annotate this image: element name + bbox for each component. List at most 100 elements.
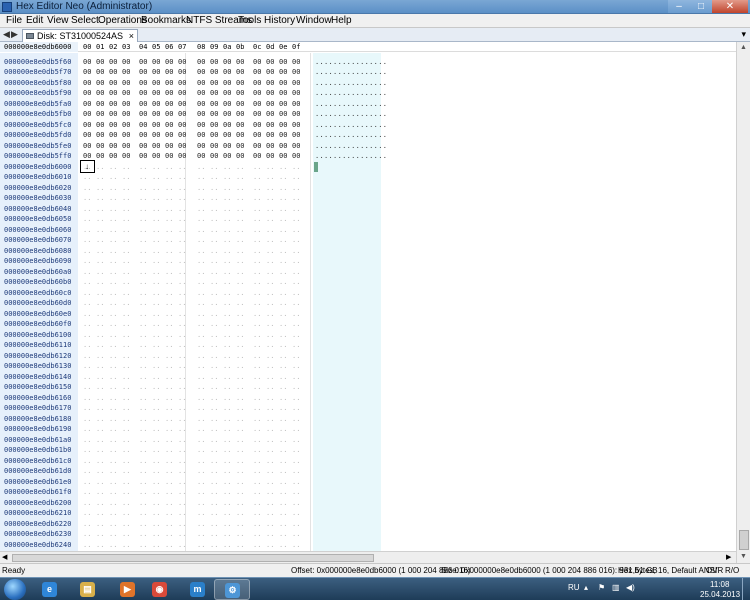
hex-byte[interactable]: .. xyxy=(236,382,244,393)
hex-byte[interactable]: .. xyxy=(253,225,261,236)
hex-byte[interactable]: 00 xyxy=(292,67,300,78)
hex-byte[interactable]: .. xyxy=(197,246,205,257)
hex-byte[interactable]: .. xyxy=(96,277,104,288)
hex-byte[interactable]: 00 xyxy=(253,78,261,89)
hex-byte[interactable]: .. xyxy=(139,540,147,551)
hex-byte[interactable]: .. xyxy=(197,372,205,383)
hex-byte[interactable]: .. xyxy=(122,172,130,183)
hex-byte[interactable]: 00 xyxy=(236,67,244,78)
hex-byte[interactable]: 00 xyxy=(165,109,173,120)
hex-byte[interactable]: .. xyxy=(96,508,104,519)
hex-byte[interactable]: .. xyxy=(83,456,91,467)
hex-byte[interactable]: 00 xyxy=(210,130,218,141)
hex-byte[interactable]: .. xyxy=(165,456,173,467)
hex-byte[interactable]: .. xyxy=(197,330,205,341)
hex-byte[interactable]: 00 xyxy=(253,67,261,78)
hex-byte[interactable]: 00 xyxy=(109,57,117,68)
hex-byte[interactable]: .. xyxy=(236,204,244,215)
hex-byte[interactable]: 00 xyxy=(279,120,287,131)
hex-byte[interactable]: .. xyxy=(210,424,218,435)
hex-byte[interactable]: 00 xyxy=(292,151,300,162)
hex-byte[interactable]: .. xyxy=(152,414,160,425)
hex-byte[interactable]: .. xyxy=(197,225,205,236)
hex-byte[interactable]: .. xyxy=(292,309,300,320)
hex-byte[interactable]: 00 xyxy=(165,141,173,152)
hex-byte[interactable]: .. xyxy=(122,340,130,351)
hex-byte[interactable]: .. xyxy=(139,319,147,330)
hex-byte[interactable]: .. xyxy=(83,393,91,404)
hex-byte[interactable]: .. xyxy=(83,372,91,383)
hex-byte[interactable]: 00 xyxy=(165,99,173,110)
hex-byte[interactable]: .. xyxy=(210,235,218,246)
hex-byte[interactable]: .. xyxy=(197,183,205,194)
hex-byte[interactable]: .. xyxy=(292,508,300,519)
hex-byte[interactable]: 00 xyxy=(96,151,104,162)
hex-byte[interactable]: .. xyxy=(236,498,244,509)
hex-byte[interactable]: .. xyxy=(253,435,261,446)
hex-byte[interactable]: .. xyxy=(122,225,130,236)
hex-byte[interactable]: .. xyxy=(197,361,205,372)
hex-byte[interactable]: .. xyxy=(165,435,173,446)
hex-byte[interactable]: .. xyxy=(210,487,218,498)
hex-byte[interactable]: .. xyxy=(152,309,160,320)
hex-byte[interactable]: .. xyxy=(266,403,274,414)
hex-byte[interactable]: .. xyxy=(109,414,117,425)
hex-byte[interactable]: .. xyxy=(253,172,261,183)
hex-byte[interactable]: .. xyxy=(253,487,261,498)
hex-byte[interactable]: 00 xyxy=(292,109,300,120)
hex-byte[interactable]: 00 xyxy=(165,57,173,68)
hex-byte[interactable]: 00 xyxy=(279,141,287,152)
hex-byte[interactable]: .. xyxy=(279,340,287,351)
hex-byte[interactable]: .. xyxy=(210,319,218,330)
hex-byte[interactable]: 00 xyxy=(139,151,147,162)
hex-byte[interactable]: .. xyxy=(122,456,130,467)
hex-byte[interactable]: .. xyxy=(152,498,160,509)
hex-byte[interactable]: .. xyxy=(139,256,147,267)
hex-byte[interactable]: 00 xyxy=(279,88,287,99)
hex-byte[interactable]: .. xyxy=(223,498,231,509)
hex-byte[interactable]: .. xyxy=(210,340,218,351)
hex-byte[interactable]: .. xyxy=(139,519,147,530)
hex-byte[interactable]: .. xyxy=(109,466,117,477)
hex-byte[interactable]: .. xyxy=(197,319,205,330)
hex-byte[interactable]: .. xyxy=(83,183,91,194)
hex-byte[interactable]: .. xyxy=(279,372,287,383)
hex-byte[interactable]: .. xyxy=(139,508,147,519)
hex-byte[interactable]: .. xyxy=(178,351,186,362)
tab-disk[interactable]: Disk: ST31000524AS ATA Device* × xyxy=(22,29,138,53)
hex-byte[interactable]: .. xyxy=(152,172,160,183)
hex-byte[interactable]: .. xyxy=(178,477,186,488)
hex-byte[interactable]: .. xyxy=(152,540,160,551)
hex-byte[interactable]: 00 xyxy=(152,120,160,131)
hex-byte[interactable]: .. xyxy=(152,235,160,246)
hex-byte[interactable]: .. xyxy=(292,466,300,477)
hex-byte[interactable]: .. xyxy=(96,445,104,456)
hex-byte[interactable]: .. xyxy=(279,172,287,183)
hex-byte[interactable]: .. xyxy=(236,162,244,173)
hex-byte[interactable]: .. xyxy=(109,235,117,246)
hex-byte[interactable]: .. xyxy=(266,529,274,540)
hex-byte[interactable]: .. xyxy=(96,340,104,351)
hex-byte[interactable]: .. xyxy=(165,277,173,288)
hex-byte[interactable]: .. xyxy=(210,466,218,477)
hex-byte[interactable]: .. xyxy=(266,477,274,488)
hex-byte[interactable]: .. xyxy=(210,277,218,288)
hex-byte[interactable]: .. xyxy=(178,445,186,456)
hex-byte[interactable]: .. xyxy=(109,519,117,530)
hex-byte[interactable]: .. xyxy=(253,456,261,467)
hex-byte[interactable]: .. xyxy=(279,204,287,215)
hex-byte[interactable]: 00 xyxy=(152,67,160,78)
hex-byte[interactable]: .. xyxy=(139,456,147,467)
hex-byte[interactable]: 00 xyxy=(210,120,218,131)
hex-byte[interactable]: .. xyxy=(266,456,274,467)
hex-byte[interactable]: 00 xyxy=(223,57,231,68)
hex-byte[interactable]: .. xyxy=(139,235,147,246)
hex-byte[interactable]: 00 xyxy=(210,78,218,89)
hex-byte[interactable]: .. xyxy=(197,351,205,362)
hex-byte[interactable]: .. xyxy=(122,372,130,383)
hex-byte[interactable]: .. xyxy=(279,193,287,204)
hex-byte[interactable]: .. xyxy=(178,393,186,404)
hex-byte[interactable]: .. xyxy=(109,172,117,183)
hex-byte[interactable]: 00 xyxy=(178,67,186,78)
hex-byte[interactable]: .. xyxy=(223,487,231,498)
